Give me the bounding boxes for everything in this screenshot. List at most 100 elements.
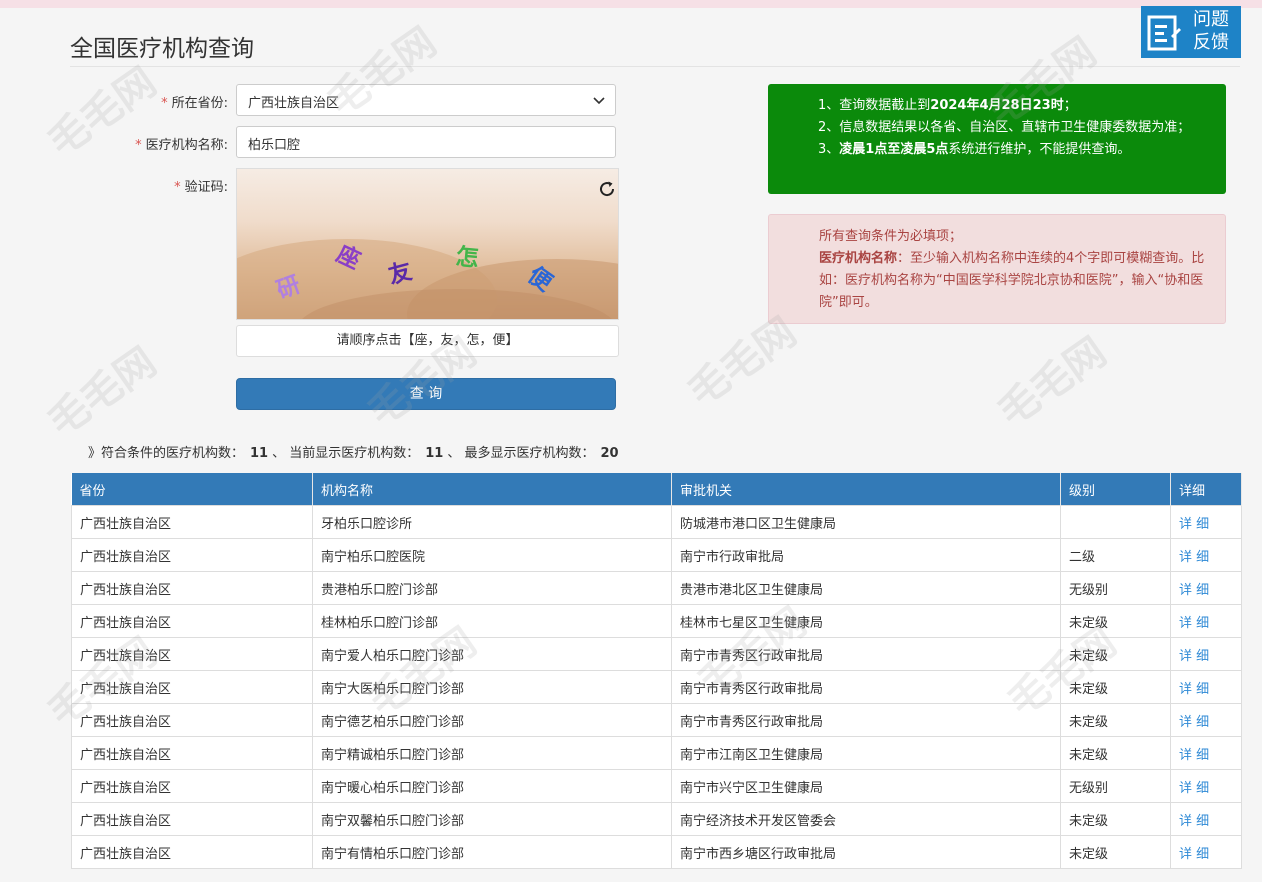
cell-province: 广西壮族自治区 [71,670,313,704]
cell-province: 广西壮族自治区 [71,736,313,770]
shown-count: 11 [425,446,444,461]
header-detail: 详细 [1170,473,1242,506]
header-name: 机构名称 [312,473,672,506]
detail-link[interactable]: 详 细 [1170,637,1242,671]
cell-name: 南宁德艺柏乐口腔门诊部 [312,703,672,737]
cell-province: 广西壮族自治区 [71,703,313,737]
title-divider [70,66,1240,67]
cell-level: 未定级 [1060,670,1171,704]
detail-link[interactable]: 详 细 [1170,505,1242,539]
detail-link[interactable]: 详 细 [1170,769,1242,803]
cell-province: 广西壮族自治区 [71,505,313,539]
cell-authority: 南宁市兴宁区卫生健康局 [671,769,1061,803]
cell-name: 南宁精诚柏乐口腔门诊部 [312,736,672,770]
table-row: 广西壮族自治区 南宁爱人柏乐口腔门诊部 南宁市青秀区行政审批局 未定级详 细 [71,637,1242,671]
institution-name-input[interactable]: 柏乐口腔 [236,126,616,158]
cell-level: 未定级 [1060,703,1171,737]
feedback-button[interactable]: 问题反馈 [1141,6,1241,58]
cell-name: 南宁大医柏乐口腔门诊部 [312,670,672,704]
feedback-label: 问题反馈 [1193,9,1229,53]
top-strip [0,0,1262,8]
notice-line-2: 医疗机构名称：至少输入机构名称中连续的4个字即可模糊查询。比如：医疗机构名称为“… [819,251,1205,310]
table-row: 广西壮族自治区 南宁柏乐口腔医院 南宁市行政审批局 二级详 细 [71,538,1242,572]
detail-link[interactable]: 详 细 [1170,736,1242,770]
table-row: 广西壮族自治区 南宁大医柏乐口腔门诊部 南宁市青秀区行政审批局 未定级详 细 [71,670,1242,704]
cell-authority: 防城港市港口区卫生健康局 [671,505,1061,539]
name-label: * 医疗机构名称: [135,138,228,153]
table-row: 广西壮族自治区 桂林柏乐口腔门诊部 桂林市七星区卫生健康局 未定级详 细 [71,604,1242,638]
province-select[interactable]: 广西壮族自治区 [236,84,616,116]
feedback-icon [1147,15,1181,51]
result-summary: 》符合条件的医疗机构数： 11、 当前显示医疗机构数： 11、 最多显示医疗机构数：… [88,446,619,461]
cell-name: 牙柏乐口腔诊所 [312,505,672,539]
cell-level: 未定级 [1060,604,1171,638]
matched-count: 11 [250,446,269,461]
cell-name: 南宁双馨柏乐口腔门诊部 [312,802,672,836]
cell-authority: 南宁市青秀区行政审批局 [671,637,1061,671]
detail-link[interactable]: 详 细 [1170,538,1242,572]
page-title: 全国医疗机构查询 [70,36,254,63]
header-authority: 审批机关 [671,473,1061,506]
cell-level: 无级别 [1060,571,1171,605]
table-row: 广西壮族自治区 南宁德艺柏乐口腔门诊部 南宁市青秀区行政审批局 未定级详 细 [71,703,1242,737]
chevron-down-icon [593,97,605,105]
watermark: 毛毛网 [989,329,1115,436]
cell-level: 二级 [1060,538,1171,572]
cell-province: 广西壮族自治区 [71,769,313,803]
table-row: 广西壮族自治区 南宁双馨柏乐口腔门诊部 南宁经济技术开发区管委会 未定级详 细 [71,802,1242,836]
refresh-icon[interactable] [598,180,616,198]
cell-name: 南宁爱人柏乐口腔门诊部 [312,637,672,671]
cell-level: 无级别 [1060,769,1171,803]
province-label: * 所在省份: [161,96,228,111]
cell-authority: 贵港市港北区卫生健康局 [671,571,1061,605]
detail-link[interactable]: 详 细 [1170,604,1242,638]
cell-name: 南宁有情柏乐口腔门诊部 [312,835,672,869]
captcha-char[interactable]: 怎 [455,237,481,273]
detail-link[interactable]: 详 细 [1170,571,1242,605]
table-row: 广西壮族自治区 贵港柏乐口腔门诊部 贵港市港北区卫生健康局 无级别详 细 [71,571,1242,605]
cell-authority: 南宁市江南区卫生健康局 [671,736,1061,770]
cell-province: 广西壮族自治区 [71,637,313,671]
table-row: 广西壮族自治区 南宁精诚柏乐口腔门诊部 南宁市江南区卫生健康局 未定级详 细 [71,736,1242,770]
required-mark: * [174,180,181,195]
required-mark: * [135,138,142,153]
notice-requirements: 所有查询条件为必填项； 医疗机构名称：至少输入机构名称中连续的4个字即可模糊查询… [768,214,1226,324]
notice-green: 1、查询数据截止到2024年4月28日23时； 2、信息数据结果以各省、自治区、… [768,84,1226,194]
cell-level [1060,505,1171,539]
notice-line-1: 所有查询条件为必填项； [819,229,963,244]
query-button[interactable]: 查 询 [236,378,616,410]
cell-authority: 桂林市七星区卫生健康局 [671,604,1061,638]
detail-link[interactable]: 详 细 [1170,802,1242,836]
cell-name: 南宁暖心柏乐口腔门诊部 [312,769,672,803]
cell-province: 广西壮族自治区 [71,538,313,572]
cell-authority: 南宁市青秀区行政审批局 [671,703,1061,737]
table-row: 广西壮族自治区 牙柏乐口腔诊所 防城港市港口区卫生健康局 详 细 [71,505,1242,539]
cell-province: 广西壮族自治区 [71,802,313,836]
notice-line-3: 3、凌晨1点至凌晨5点系统进行维护，不能提供查询。 [818,142,1131,157]
detail-link[interactable]: 详 细 [1170,670,1242,704]
cell-province: 广西壮族自治区 [71,604,313,638]
captcha-prompt: 请顺序点击【座，友，怎，便】 [236,325,619,357]
cell-level: 未定级 [1060,736,1171,770]
table-header-row: 省份 机构名称 审批机关 级别 详细 [71,473,1242,506]
cell-level: 未定级 [1060,835,1171,869]
province-value: 广西壮族自治区 [248,96,340,111]
cell-name: 贵港柏乐口腔门诊部 [312,571,672,605]
watermark: 毛毛网 [39,339,165,446]
cell-authority: 南宁市西乡塘区行政审批局 [671,835,1061,869]
required-mark: * [161,96,168,111]
table-row: 广西壮族自治区 南宁暖心柏乐口腔门诊部 南宁市兴宁区卫生健康局 无级别详 细 [71,769,1242,803]
cell-name: 桂林柏乐口腔门诊部 [312,604,672,638]
notice-line-1: 1、查询数据截止到2024年4月28日23时； [818,98,1077,113]
captcha-label: * 验证码: [174,180,228,195]
cell-province: 广西壮族自治区 [71,571,313,605]
cell-authority: 南宁经济技术开发区管委会 [671,802,1061,836]
cell-name: 南宁柏乐口腔医院 [312,538,672,572]
cell-level: 未定级 [1060,802,1171,836]
cell-province: 广西壮族自治区 [71,835,313,869]
detail-link[interactable]: 详 细 [1170,835,1242,869]
cell-authority: 南宁市青秀区行政审批局 [671,670,1061,704]
detail-link[interactable]: 详 细 [1170,703,1242,737]
cell-authority: 南宁市行政审批局 [671,538,1061,572]
max-count: 20 [600,446,619,461]
